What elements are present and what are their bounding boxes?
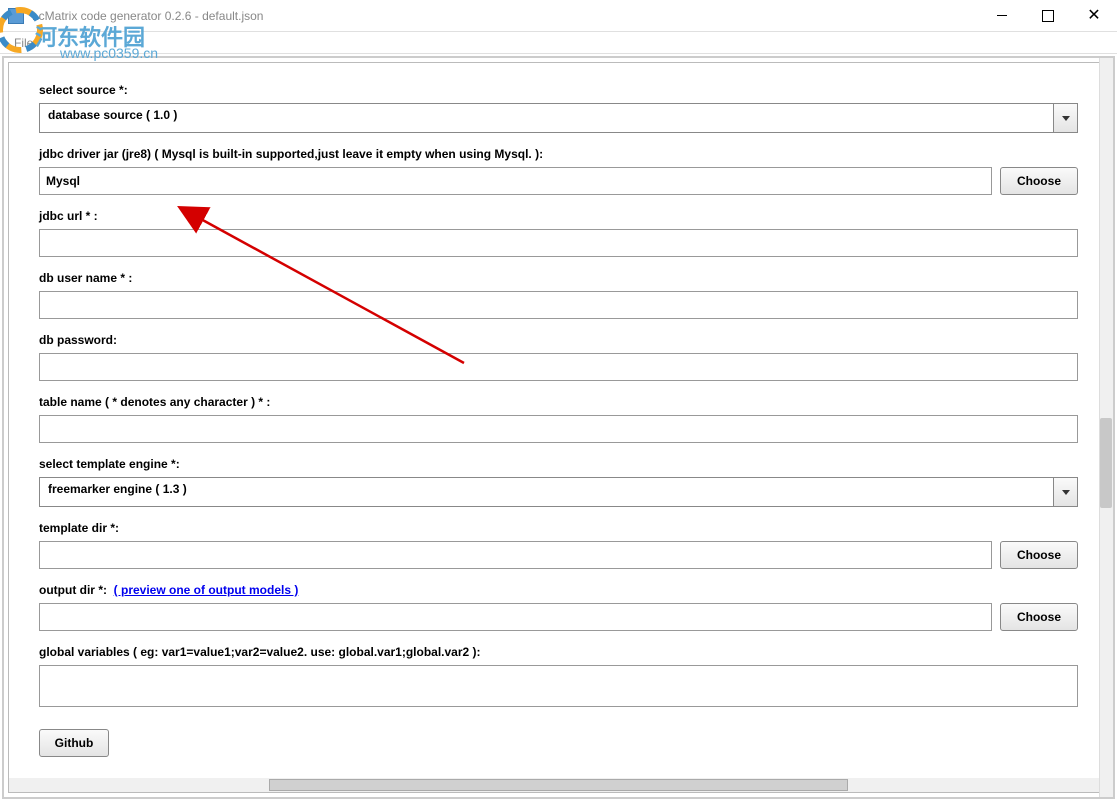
template-dir-choose-button[interactable]: Choose <box>1000 541 1078 569</box>
db-user-group: db user name * : <box>39 271 1078 319</box>
template-engine-label: select template engine *: <box>39 457 1078 471</box>
inner-panel: select source *: database source ( 1.0 )… <box>4 58 1113 797</box>
jdbc-driver-label: jdbc driver jar (jre8) ( Mysql is built-… <box>39 147 1078 161</box>
output-dir-label: output dir *: ( preview one of output mo… <box>39 583 1078 597</box>
select-source-dropdown[interactable]: database source ( 1.0 ) <box>39 103 1078 133</box>
jdbc-driver-choose-button[interactable]: Choose <box>1000 167 1078 195</box>
vertical-scrollbar[interactable] <box>1099 58 1113 797</box>
global-vars-group: global variables ( eg: var1=value1;var2=… <box>39 645 1078 707</box>
db-password-group: db password: <box>39 333 1078 381</box>
template-engine-group: select template engine *: freemarker eng… <box>39 457 1078 507</box>
jdbc-url-group: jdbc url * : <box>39 209 1078 257</box>
select-source-value: database source ( 1.0 ) <box>39 103 1054 133</box>
title-bar: LcMatrix code generator 0.2.6 - default.… <box>0 0 1117 32</box>
chevron-down-icon[interactable] <box>1054 103 1078 133</box>
template-dir-group: template dir *: Choose <box>39 521 1078 569</box>
template-dir-label: template dir *: <box>39 521 1078 535</box>
output-dir-input[interactable] <box>39 603 992 631</box>
global-vars-input[interactable] <box>39 665 1078 707</box>
content-frame: select source *: database source ( 1.0 )… <box>8 62 1109 793</box>
table-name-group: table name ( * denotes any character ) *… <box>39 395 1078 443</box>
output-dir-label-text: output dir *: <box>39 583 107 597</box>
window-controls: ✕ <box>979 0 1117 31</box>
menu-file[interactable]: File <box>6 34 41 52</box>
select-source-label: select source *: <box>39 83 1078 97</box>
window-title: LcMatrix code generator 0.2.6 - default.… <box>32 9 979 23</box>
github-button[interactable]: Github <box>39 729 109 757</box>
table-name-label: table name ( * denotes any character ) *… <box>39 395 1078 409</box>
jdbc-driver-input[interactable] <box>39 167 992 195</box>
jdbc-url-label: jdbc url * : <box>39 209 1078 223</box>
preview-output-link[interactable]: ( preview one of output models ) <box>114 583 299 597</box>
horizontal-scrollbar[interactable] <box>9 778 1108 792</box>
jdbc-url-input[interactable] <box>39 229 1078 257</box>
maximize-button[interactable] <box>1025 0 1071 31</box>
table-name-input[interactable] <box>39 415 1078 443</box>
template-engine-dropdown[interactable]: freemarker engine ( 1.3 ) <box>39 477 1078 507</box>
template-dir-input[interactable] <box>39 541 992 569</box>
db-user-label: db user name * : <box>39 271 1078 285</box>
app-icon <box>8 8 24 24</box>
global-vars-label: global variables ( eg: var1=value1;var2=… <box>39 645 1078 659</box>
db-user-input[interactable] <box>39 291 1078 319</box>
jdbc-driver-group: jdbc driver jar (jre8) ( Mysql is built-… <box>39 147 1078 195</box>
template-engine-value: freemarker engine ( 1.3 ) <box>39 477 1054 507</box>
output-dir-group: output dir *: ( preview one of output mo… <box>39 583 1078 631</box>
scroll-thumb[interactable] <box>1100 418 1112 508</box>
db-password-input[interactable] <box>39 353 1078 381</box>
close-button[interactable]: ✕ <box>1071 0 1117 31</box>
form-area: select source *: database source ( 1.0 )… <box>9 63 1108 792</box>
scroll-thumb[interactable] <box>269 779 848 791</box>
db-password-label: db password: <box>39 333 1078 347</box>
main-container: select source *: database source ( 1.0 )… <box>2 56 1115 799</box>
menu-bar: File <box>0 32 1117 54</box>
select-source-group: select source *: database source ( 1.0 ) <box>39 83 1078 133</box>
chevron-down-icon[interactable] <box>1054 477 1078 507</box>
minimize-button[interactable] <box>979 0 1025 31</box>
output-dir-choose-button[interactable]: Choose <box>1000 603 1078 631</box>
